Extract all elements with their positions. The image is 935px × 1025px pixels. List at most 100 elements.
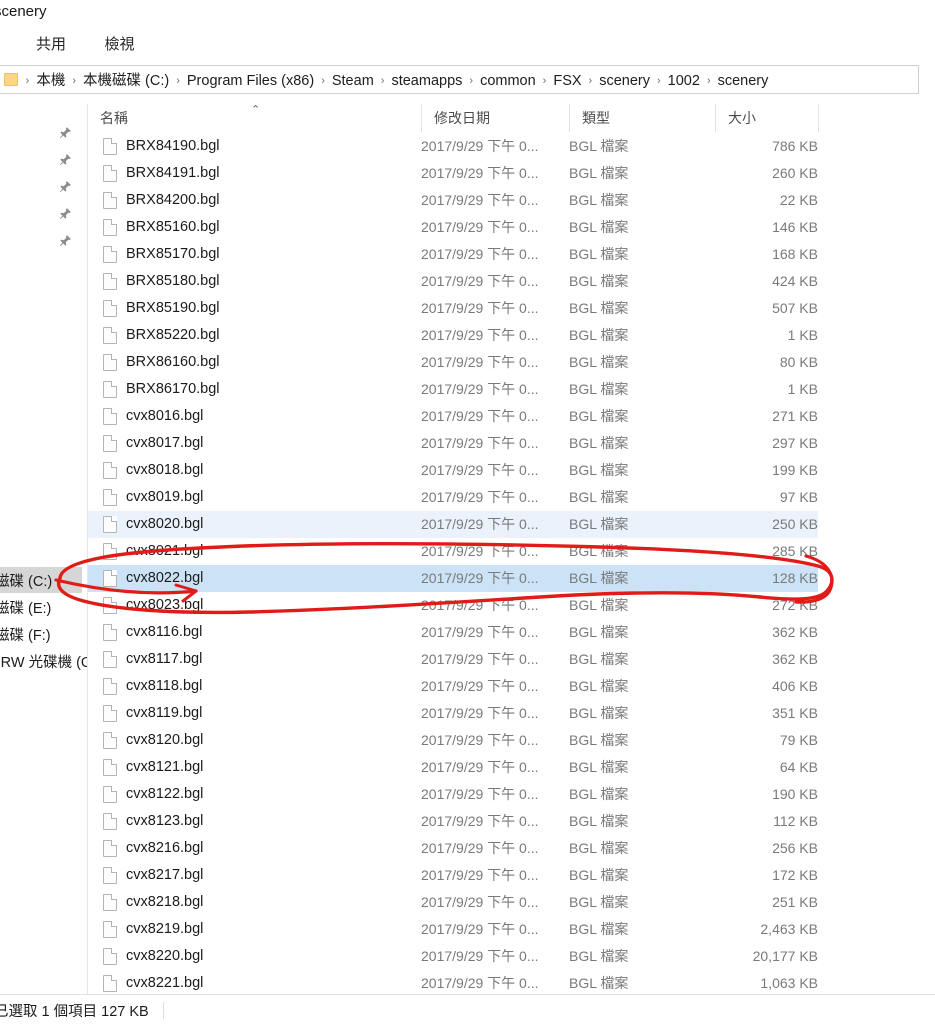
table-row[interactable]: BRX85190.bgl 2017/9/29 下午 0... BGL 檔案 507 K… xyxy=(88,295,818,322)
breadcrumb-item-8[interactable]: 1002 xyxy=(666,73,702,89)
cell-date-modified: 2017/9/29 下午 0... xyxy=(421,138,539,154)
cell-file-type: BGL 檔案 xyxy=(569,813,629,829)
table-row[interactable]: cvx8119.bgl 2017/9/29 下午 0... BGL 檔案 351 KB xyxy=(88,700,818,727)
column-header-size[interactable]: 大小 xyxy=(715,104,818,132)
nav-drive-item-2[interactable]: 本機磁碟 (F:) xyxy=(0,621,82,647)
file-icon xyxy=(103,192,117,209)
cell-file-size: 406 KB xyxy=(772,678,818,694)
cell-file-size: 250 KB xyxy=(772,516,818,532)
cell-file-type: BGL 檔案 xyxy=(569,300,629,316)
breadcrumb-item-4[interactable]: steamapps xyxy=(389,73,464,89)
table-row[interactable]: cvx8216.bgl 2017/9/29 下午 0... BGL 檔案 256 KB xyxy=(88,835,818,862)
table-row[interactable]: BRX85180.bgl 2017/9/29 下午 0... BGL 檔案 424 K… xyxy=(88,268,818,295)
breadcrumb-item-0[interactable]: 本機 xyxy=(34,73,67,89)
cell-date-modified: 2017/9/29 下午 0... xyxy=(421,543,539,559)
nav-drive-label: 本機磁碟 (F:) xyxy=(0,627,51,644)
table-row[interactable]: cvx8123.bgl 2017/9/29 下午 0... BGL 檔案 112 KB xyxy=(88,808,818,835)
breadcrumb-item-5[interactable]: common xyxy=(478,73,538,89)
cell-file-size: 1 KB xyxy=(787,327,818,343)
cell-file-type: BGL 檔案 xyxy=(569,408,629,424)
column-header-date-modified[interactable]: 修改日期 xyxy=(421,104,569,132)
table-row[interactable]: cvx8220.bgl 2017/9/29 下午 0... BGL 檔案 20,177… xyxy=(88,943,818,970)
cell-file-size: 2,463 KB xyxy=(760,921,818,937)
table-row[interactable]: cvx8219.bgl 2017/9/29 下午 0... BGL 檔案 2,463 … xyxy=(88,916,818,943)
file-icon xyxy=(103,489,117,506)
pin-icon[interactable] xyxy=(56,180,74,198)
breadcrumb-item-3[interactable]: Steam xyxy=(330,73,376,89)
table-row[interactable]: cvx8018.bgl 2017/9/29 下午 0... BGL 檔案 199 KB xyxy=(88,457,818,484)
table-row[interactable]: cvx8121.bgl 2017/9/29 下午 0... BGL 檔案 64 KB xyxy=(88,754,818,781)
table-row[interactable]: BRX84200.bgl 2017/9/29 下午 0... BGL 檔案 22 KB xyxy=(88,187,818,214)
tab-share[interactable]: 共用 xyxy=(28,31,74,56)
cell-file-type: BGL 檔案 xyxy=(569,624,629,640)
file-icon xyxy=(103,813,117,830)
nav-drive-item-3[interactable]: DVD RW 光碟機 (G:) xyxy=(0,648,87,674)
table-row[interactable]: BRX85160.bgl 2017/9/29 下午 0... BGL 檔案 146 K… xyxy=(88,214,818,241)
pin-icon[interactable] xyxy=(56,153,74,171)
cell-file-type: BGL 檔案 xyxy=(569,246,629,262)
nav-drive-item-0[interactable]: 本機磁碟 (C:) xyxy=(0,567,82,593)
table-row[interactable]: cvx8120.bgl 2017/9/29 下午 0... BGL 檔案 79 KB xyxy=(88,727,818,754)
cell-file-name: BRX86160.bgl xyxy=(126,354,220,370)
table-row[interactable]: cvx8016.bgl 2017/9/29 下午 0... BGL 檔案 271 KB xyxy=(88,403,818,430)
tab-view[interactable]: 檢視 xyxy=(96,31,142,56)
breadcrumb-item-9[interactable]: scenery xyxy=(716,73,771,89)
breadcrumb-item-6[interactable]: FSX xyxy=(551,73,583,89)
address-bar[interactable]: ‹ ›本機›本機磁碟 (C:)›Program Files (x86)›Stea… xyxy=(0,65,919,94)
table-row[interactable]: BRX85170.bgl 2017/9/29 下午 0... BGL 檔案 168 K… xyxy=(88,241,818,268)
cell-file-size: 112 KB xyxy=(773,813,818,829)
file-icon xyxy=(103,165,117,182)
cell-file-size: 80 KB xyxy=(779,354,818,370)
table-row[interactable]: BRX84190.bgl 2017/9/29 下午 0... BGL 檔案 786 K… xyxy=(88,133,818,160)
column-header-type[interactable]: 類型 xyxy=(569,104,715,132)
table-row[interactable]: cvx8118.bgl 2017/9/29 下午 0... BGL 檔案 406 KB xyxy=(88,673,818,700)
file-icon xyxy=(103,381,117,398)
table-row[interactable]: cvx8217.bgl 2017/9/29 下午 0... BGL 檔案 172 KB xyxy=(88,862,818,889)
table-row[interactable]: cvx8122.bgl 2017/9/29 下午 0... BGL 檔案 190 KB xyxy=(88,781,818,808)
cell-file-type: BGL 檔案 xyxy=(569,948,629,964)
pin-icon[interactable] xyxy=(56,207,74,225)
table-row[interactable]: cvx8017.bgl 2017/9/29 下午 0... BGL 檔案 297 KB xyxy=(88,430,818,457)
table-row[interactable]: cvx8116.bgl 2017/9/29 下午 0... BGL 檔案 362 KB xyxy=(88,619,818,646)
breadcrumb-item-1[interactable]: 本機磁碟 (C:) xyxy=(81,73,171,89)
table-row[interactable]: cvx8021.bgl 2017/9/29 下午 0... BGL 檔案 285 KB xyxy=(88,538,818,565)
cell-date-modified: 2017/9/29 下午 0... xyxy=(421,246,539,262)
nav-drive-item-1[interactable]: 本機磁碟 (E:) xyxy=(0,594,82,620)
table-row[interactable]: cvx8117.bgl 2017/9/29 下午 0... BGL 檔案 362 KB xyxy=(88,646,818,673)
table-row[interactable]: cvx8022.bgl 2017/9/29 下午 0... BGL 檔案 128 KB xyxy=(88,565,818,592)
table-row[interactable]: BRX84191.bgl 2017/9/29 下午 0... BGL 檔案 260 K… xyxy=(88,160,818,187)
breadcrumb-item-2[interactable]: Program Files (x86) xyxy=(185,73,316,89)
table-row[interactable]: cvx8023.bgl 2017/9/29 下午 0... BGL 檔案 272 KB xyxy=(88,592,818,619)
cell-date-modified: 2017/9/29 下午 0... xyxy=(421,327,539,343)
breadcrumb-separator: › xyxy=(25,75,30,87)
cell-file-size: 199 KB xyxy=(772,462,818,478)
table-row[interactable]: cvx8019.bgl 2017/9/29 下午 0... BGL 檔案 97 KB xyxy=(88,484,818,511)
file-icon xyxy=(103,948,117,965)
breadcrumb-item-7[interactable]: scenery xyxy=(597,73,652,89)
pin-icon[interactable] xyxy=(56,126,74,144)
table-row[interactable]: BRX86170.bgl 2017/9/29 下午 0... BGL 檔案 1 KB xyxy=(88,376,818,403)
table-row[interactable]: cvx8020.bgl 2017/9/29 下午 0... BGL 檔案 250 KB xyxy=(88,511,818,538)
file-icon xyxy=(103,840,117,857)
cell-date-modified: 2017/9/29 下午 0... xyxy=(421,381,539,397)
table-row[interactable]: BRX85220.bgl 2017/9/29 下午 0... BGL 檔案 1 KB xyxy=(88,322,818,349)
cell-date-modified: 2017/9/29 下午 0... xyxy=(421,597,539,613)
cell-file-name: cvx8020.bgl xyxy=(126,516,204,532)
cell-file-size: 97 KB xyxy=(779,489,818,505)
cell-date-modified: 2017/9/29 下午 0... xyxy=(421,354,539,370)
cell-file-size: 172 KB xyxy=(772,867,818,883)
cell-file-name: cvx8116.bgl xyxy=(126,624,203,640)
window-title: scenery xyxy=(0,3,47,20)
cell-file-size: 20,177 KB xyxy=(752,948,818,964)
pin-icon[interactable] xyxy=(56,234,74,252)
table-row[interactable]: BRX86160.bgl 2017/9/29 下午 0... BGL 檔案 80 KB xyxy=(88,349,818,376)
table-row[interactable]: cvx8221.bgl 2017/9/29 下午 0... BGL 檔案 1,063 … xyxy=(88,970,818,994)
cell-file-size: 424 KB xyxy=(772,273,818,289)
breadcrumb: › 本機 › 本機磁碟 (C:) › Program Files (x86) › Steam ›… xyxy=(21,69,771,90)
file-list[interactable]: BRX84190.bgl 2017/9/29 下午 0... BGL 檔案 786 K… xyxy=(88,133,935,994)
cell-date-modified: 2017/9/29 下午 0... xyxy=(421,165,539,181)
cell-file-type: BGL 檔案 xyxy=(569,840,629,856)
cell-file-size: 1,063 KB xyxy=(760,975,818,991)
table-row[interactable]: cvx8218.bgl 2017/9/29 下午 0... BGL 檔案 251 KB xyxy=(88,889,818,916)
cell-file-size: 362 KB xyxy=(772,624,818,640)
